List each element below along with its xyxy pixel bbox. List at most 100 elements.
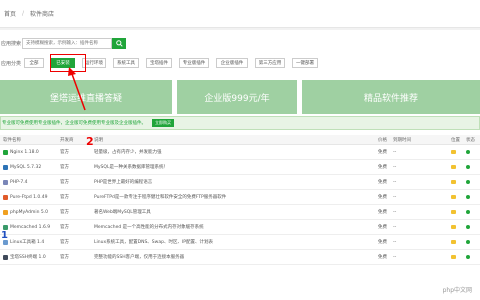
description: 著名Web端MySQL管理工具 [94, 210, 151, 215]
open-folder[interactable] [451, 235, 463, 249]
folder-icon [451, 255, 456, 259]
expire-time: -- [393, 224, 397, 230]
header-name: 软件名称 [3, 138, 21, 143]
software-name[interactable]: PHP-7.4 [3, 175, 53, 189]
software-table: 软件名称 开发商 说明 价格 到期时间 位置 状态 Nginx 1.18.0 官… [0, 135, 480, 265]
status-icon [466, 195, 470, 199]
banner-enterprise-price[interactable]: 企业版999元/年 [177, 80, 297, 114]
status-toggle[interactable] [466, 190, 480, 204]
expire-time: -- [393, 164, 397, 170]
software-name[interactable]: Linux工具箱 1.4 [3, 235, 53, 249]
notice-text: 专业版可免费使用专业版插件，企业版可免费使用专业版及企业版插件。 [2, 121, 146, 126]
category-label: 应用分类 [1, 60, 22, 67]
software-name-text: Nginx 1.18.0 [10, 149, 39, 155]
table-row: phpMyAdmin 5.0 官方 著名Web端MySQL管理工具 免费 -- [0, 205, 480, 220]
search-row: 应用搜索 [0, 38, 126, 49]
open-folder[interactable] [451, 175, 463, 189]
open-folder[interactable] [451, 160, 463, 174]
software-name[interactable]: MySQL 5.7.32 [3, 160, 53, 174]
status-toggle[interactable] [466, 175, 480, 189]
software-name-text: MySQL 5.7.32 [10, 164, 42, 170]
category-third-party[interactable]: 第三方应用 [255, 58, 285, 68]
category-all[interactable]: 全部 [24, 58, 44, 68]
table-row: 宝塔SSH终端 1.0 官方 完整功能的SSH客户端，仅用于连接本服务器 免费 … [0, 250, 480, 265]
app-icon [3, 164, 8, 170]
category-bt-plugins[interactable]: 宝塔插件 [146, 58, 172, 68]
open-folder[interactable] [451, 205, 463, 219]
category-pro-plugins[interactable]: 专业版插件 [179, 58, 209, 68]
status-icon [466, 225, 470, 229]
open-folder[interactable] [451, 190, 463, 204]
header-expire: 到期时间 [393, 138, 411, 143]
description: PureFTPd是一款专注于程序健壮和软件安全的免费FTP服务器软件 [94, 195, 227, 200]
header-location: 位置 [451, 138, 460, 143]
status-icon [466, 255, 470, 259]
banner-live-qa[interactable]: 堡塔运维直播答疑 [0, 80, 172, 114]
category-one-click-deploy[interactable]: 一键部署 [292, 58, 318, 68]
developer: 官方 [60, 165, 69, 170]
category-system-tools[interactable]: 系统工具 [113, 58, 139, 68]
software-name-text: Memcached 1.6.9 [10, 224, 51, 230]
software-name[interactable]: phpMyAdmin 5.0 [3, 205, 53, 219]
app-icon [3, 224, 8, 230]
table-header: 软件名称 开发商 说明 价格 到期时间 位置 状态 [0, 135, 480, 145]
search-input[interactable] [22, 38, 112, 49]
software-name[interactable]: Nginx 1.18.0 [3, 145, 53, 159]
breadcrumb-home[interactable]: 首页 [4, 9, 16, 18]
folder-icon [451, 210, 456, 214]
description: Memcached 是一个高性能的分布式内存对象缓存系统 [94, 225, 204, 230]
open-folder[interactable] [451, 220, 463, 234]
highlight-box-installed [50, 54, 86, 72]
status-toggle[interactable] [466, 250, 480, 264]
watermark: php中文网 [442, 287, 472, 294]
description: PHP是世界上最好的编程语言 [94, 180, 153, 185]
expire-time: -- [393, 179, 397, 185]
table-row: PHP-7.4 官方 PHP是世界上最好的编程语言 免费 -- [0, 175, 480, 190]
category-row: 应用分类 全部 已安装 运行环境 系统工具 宝塔插件 专业版插件 企业版插件 第… [0, 58, 325, 68]
software-name-text: phpMyAdmin 5.0 [10, 209, 49, 215]
expire-time: -- [393, 254, 397, 260]
folder-icon [451, 240, 456, 244]
header-description: 说明 [94, 138, 103, 143]
category-enterprise-plugins[interactable]: 企业版插件 [216, 58, 248, 68]
developer: 官方 [60, 255, 69, 260]
folder-icon [451, 150, 456, 154]
status-toggle[interactable] [466, 235, 480, 249]
breadcrumb: 首页 / 软件商店 [0, 0, 480, 28]
status-toggle[interactable] [466, 205, 480, 219]
annotation-side-mark: 1 [1, 230, 8, 241]
status-toggle[interactable] [466, 220, 480, 234]
table-row: Memcached 1.6.9 官方 Memcached 是一个高性能的分布式内… [0, 220, 480, 235]
search-label: 应用搜索 [1, 41, 22, 47]
open-folder[interactable] [451, 145, 463, 159]
status-toggle[interactable] [466, 145, 480, 159]
folder-icon [451, 225, 456, 229]
table-row: MySQL 5.7.32 官方 MySQL是一种关系数据库管理系统！ 免费 -- [0, 160, 480, 175]
description: 轻量级，占有内存少，并发能力强 [94, 150, 162, 155]
app-icon [3, 254, 8, 260]
description: Linux系统工具，配置DNS、Swap、时区、IP配置、计划表 [94, 240, 214, 245]
status-icon [466, 180, 470, 184]
folder-icon [451, 180, 456, 184]
expire-time: -- [393, 239, 397, 245]
software-name[interactable]: Memcached 1.6.9 [3, 220, 53, 234]
expire-time: -- [393, 194, 397, 200]
app-icon [3, 194, 8, 200]
banner-recommended[interactable]: 精品软件推荐 [302, 80, 480, 114]
buy-now-button[interactable]: 立即购买 [152, 119, 174, 127]
status-icon [466, 240, 470, 244]
breadcrumb-separator: / [22, 10, 25, 17]
status-toggle[interactable] [466, 160, 480, 174]
search-button[interactable] [112, 38, 126, 49]
software-name[interactable]: 宝塔SSH终端 1.0 [3, 250, 53, 264]
software-name[interactable]: Pure-Ftpd 1.0.49 [3, 190, 53, 204]
annotation-step-number: 2 [86, 135, 94, 148]
folder-icon [451, 165, 456, 169]
software-name-text: 宝塔SSH终端 1.0 [10, 255, 46, 260]
developer: 官方 [60, 180, 69, 185]
breadcrumb-current: 软件商店 [30, 11, 55, 18]
app-icon [3, 179, 8, 185]
table-row: Nginx 1.18.0 官方 轻量级，占有内存少，并发能力强 免费 -- [0, 145, 480, 160]
status-icon [466, 210, 470, 214]
open-folder[interactable] [451, 250, 463, 264]
